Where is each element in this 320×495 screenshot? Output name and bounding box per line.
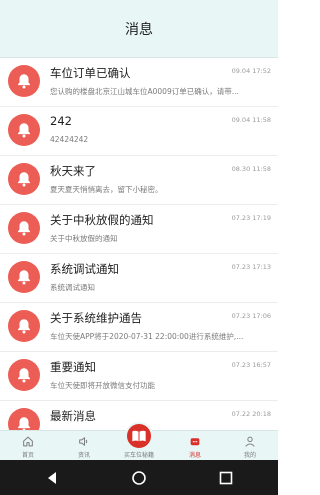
tab-center[interactable]: 买车位秘籍 xyxy=(111,431,167,461)
message-title: 系统调试通知 xyxy=(50,262,119,276)
message-time: 09.04 17:52 xyxy=(231,67,271,75)
message-item[interactable]: 关于系统维护通告 07.23 17:06 车位天使APP将于2020-07-31… xyxy=(0,303,278,352)
tab-news[interactable]: 资讯 xyxy=(56,431,112,461)
message-item[interactable]: 车位订单已确认 09.04 17:52 您认购的楼盘北京江山城车位A0009订单… xyxy=(0,58,278,107)
recent-apps-icon[interactable] xyxy=(218,470,234,486)
tab-home[interactable]: 首页 xyxy=(0,431,56,461)
message-time: 07.22 20:18 xyxy=(231,410,271,418)
message-preview: 车位天使APP将于2020-07-31 22:00:00进行系统维护,... xyxy=(50,332,244,341)
message-item[interactable]: 关于中秋放假的通知 07.23 17:19 关于中秋放假的通知 xyxy=(0,205,278,254)
message-preview: 车位天使即将开放微信支付功能 xyxy=(50,381,155,390)
message-title: 关于系统维护通告 xyxy=(50,311,142,325)
message-time: 07.23 17:13 xyxy=(231,263,271,271)
bell-icon xyxy=(8,65,40,97)
message-preview: 系统调试通知 xyxy=(50,283,95,292)
message-time: 09.04 11:58 xyxy=(231,116,271,124)
tab-label: 我的 xyxy=(243,452,256,459)
tab-mine[interactable]: 我的 xyxy=(222,431,278,461)
bell-icon xyxy=(8,310,40,342)
message-item[interactable]: 系统调试通知 07.23 17:13 系统调试通知 xyxy=(0,254,278,303)
home-circle-icon[interactable] xyxy=(131,470,147,486)
bell-icon xyxy=(8,163,40,195)
bell-icon xyxy=(8,408,40,430)
message-title: 秋天来了 xyxy=(50,164,96,178)
message-item[interactable]: 秋天来了 08.30 11:58 夏天夏天悄悄离去，留下小秘密。 xyxy=(0,156,278,205)
tab-label: 消息 xyxy=(188,452,201,459)
message-preview: 关于中秋放假的通知 xyxy=(50,234,118,243)
page-title: 消息 xyxy=(125,21,153,38)
home-icon xyxy=(23,436,33,447)
bell-icon xyxy=(8,261,40,293)
bottom-tab-bar: 首页 资讯 买车位秘籍 消息 我的 xyxy=(0,422,278,461)
app-header: 消息 xyxy=(0,0,278,58)
message-time: 07.23 17:19 xyxy=(231,214,271,222)
message-title: 车位订单已确认 xyxy=(50,66,131,80)
message-preview: 您认购的楼盘北京江山城车位A0009订单已确认，请带... xyxy=(50,87,239,96)
message-time: 07.23 16:57 xyxy=(231,361,271,369)
speaker-icon xyxy=(79,437,88,446)
message-time: 08.30 11:58 xyxy=(231,165,271,173)
bell-icon xyxy=(8,212,40,244)
message-title: 最新消息 xyxy=(50,409,96,423)
message-list[interactable]: 车位订单已确认 09.04 17:52 您认购的楼盘北京江山城车位A0009订单… xyxy=(0,58,278,430)
system-navigation-bar xyxy=(0,460,278,495)
message-preview: 42424242 xyxy=(50,135,89,144)
bell-icon xyxy=(8,114,40,146)
back-icon[interactable] xyxy=(44,470,60,486)
tab-label: 买车位秘籍 xyxy=(123,452,154,459)
message-item[interactable]: 重要通知 07.23 16:57 车位天使即将开放微信支付功能 xyxy=(0,352,278,401)
message-item[interactable]: 242 09.04 11:58 42424242 xyxy=(0,107,278,156)
bell-icon xyxy=(8,359,40,391)
message-title: 关于中秋放假的通知 xyxy=(50,213,154,227)
tab-label: 首页 xyxy=(21,452,34,459)
message-time: 07.23 17:06 xyxy=(231,312,271,320)
message-title: 242 xyxy=(50,114,72,128)
message-title: 重要通知 xyxy=(50,360,96,374)
message-icon xyxy=(190,438,200,446)
tab-messages[interactable]: 消息 xyxy=(167,431,223,461)
user-icon xyxy=(245,436,255,447)
message-preview: 夏天夏天悄悄离去，留下小秘密。 xyxy=(50,185,163,194)
tab-label: 资讯 xyxy=(77,452,90,459)
